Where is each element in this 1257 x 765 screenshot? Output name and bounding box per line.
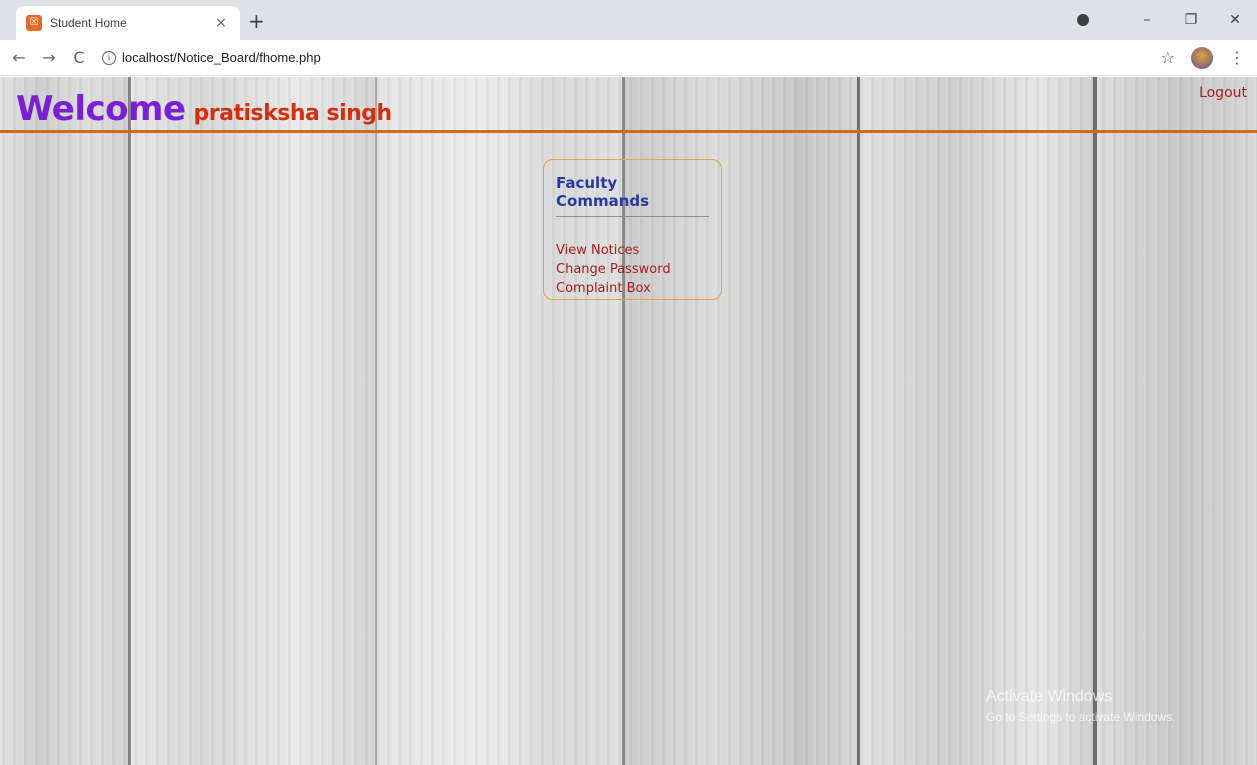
faculty-commands-panel: Faculty Commands View Notices Change Pas… bbox=[543, 159, 722, 300]
username: pratisksha singh bbox=[193, 101, 393, 126]
commands-list: View Notices Change Password Complaint B… bbox=[556, 241, 709, 298]
kebab-menu-icon[interactable]: ⋮ bbox=[1229, 48, 1245, 67]
list-item: Change Password bbox=[556, 260, 709, 279]
extension-icon[interactable] bbox=[1077, 14, 1089, 26]
star-icon[interactable]: ☆ bbox=[1161, 48, 1175, 67]
browser-tab[interactable]: ☒ Student Home × bbox=[16, 6, 240, 40]
welcome-text: Welcome bbox=[16, 89, 186, 129]
browser-tab-bar: ☒ Student Home × + – ❐ ✕ bbox=[0, 0, 1257, 40]
back-arrow-icon[interactable]: ← bbox=[8, 48, 30, 67]
watermark-title: Activate Windows bbox=[986, 688, 1113, 705]
browser-toolbar: ← → C i localhost/Notice_Board/fhome.php… bbox=[0, 40, 1257, 76]
commands-title: Faculty Commands bbox=[556, 174, 709, 217]
page-viewport: Welcome pratisksha singh Logout Faculty C… bbox=[0, 77, 1257, 765]
forward-arrow-icon[interactable]: → bbox=[38, 48, 60, 67]
restore-button[interactable]: ❐ bbox=[1169, 12, 1213, 28]
page-header: Welcome pratisksha singh Logout bbox=[0, 77, 1257, 133]
page-title: Welcome pratisksha singh bbox=[16, 89, 392, 129]
reload-icon[interactable]: C bbox=[68, 48, 90, 67]
logout-link[interactable]: Logout bbox=[1199, 85, 1247, 101]
address-bar[interactable]: i localhost/Notice_Board/fhome.php bbox=[102, 44, 1161, 72]
tab-title: Student Home bbox=[50, 16, 127, 30]
url-text[interactable]: localhost/Notice_Board/fhome.php bbox=[122, 50, 321, 65]
avatar[interactable] bbox=[1191, 46, 1213, 69]
info-icon[interactable]: i bbox=[102, 50, 116, 65]
window-controls: – ❐ ✕ bbox=[1077, 0, 1257, 40]
minimize-button[interactable]: – bbox=[1125, 12, 1169, 28]
tab-close-icon[interactable]: × bbox=[212, 15, 230, 31]
view-notices-link[interactable]: View Notices bbox=[556, 241, 709, 260]
favicon-icon: ☒ bbox=[26, 15, 42, 31]
change-password-link[interactable]: Change Password bbox=[556, 260, 709, 279]
complaint-box-link[interactable]: Complaint Box bbox=[556, 279, 709, 298]
watermark-subtitle: Go to Settings to activate Windows. bbox=[986, 710, 1176, 724]
new-tab-button[interactable]: + bbox=[248, 9, 265, 33]
close-window-button[interactable]: ✕ bbox=[1213, 12, 1257, 28]
activate-windows-watermark: Activate Windows Go to Settings to activ… bbox=[986, 688, 1175, 724]
list-item: Complaint Box bbox=[556, 279, 709, 298]
list-item: View Notices bbox=[556, 241, 709, 260]
